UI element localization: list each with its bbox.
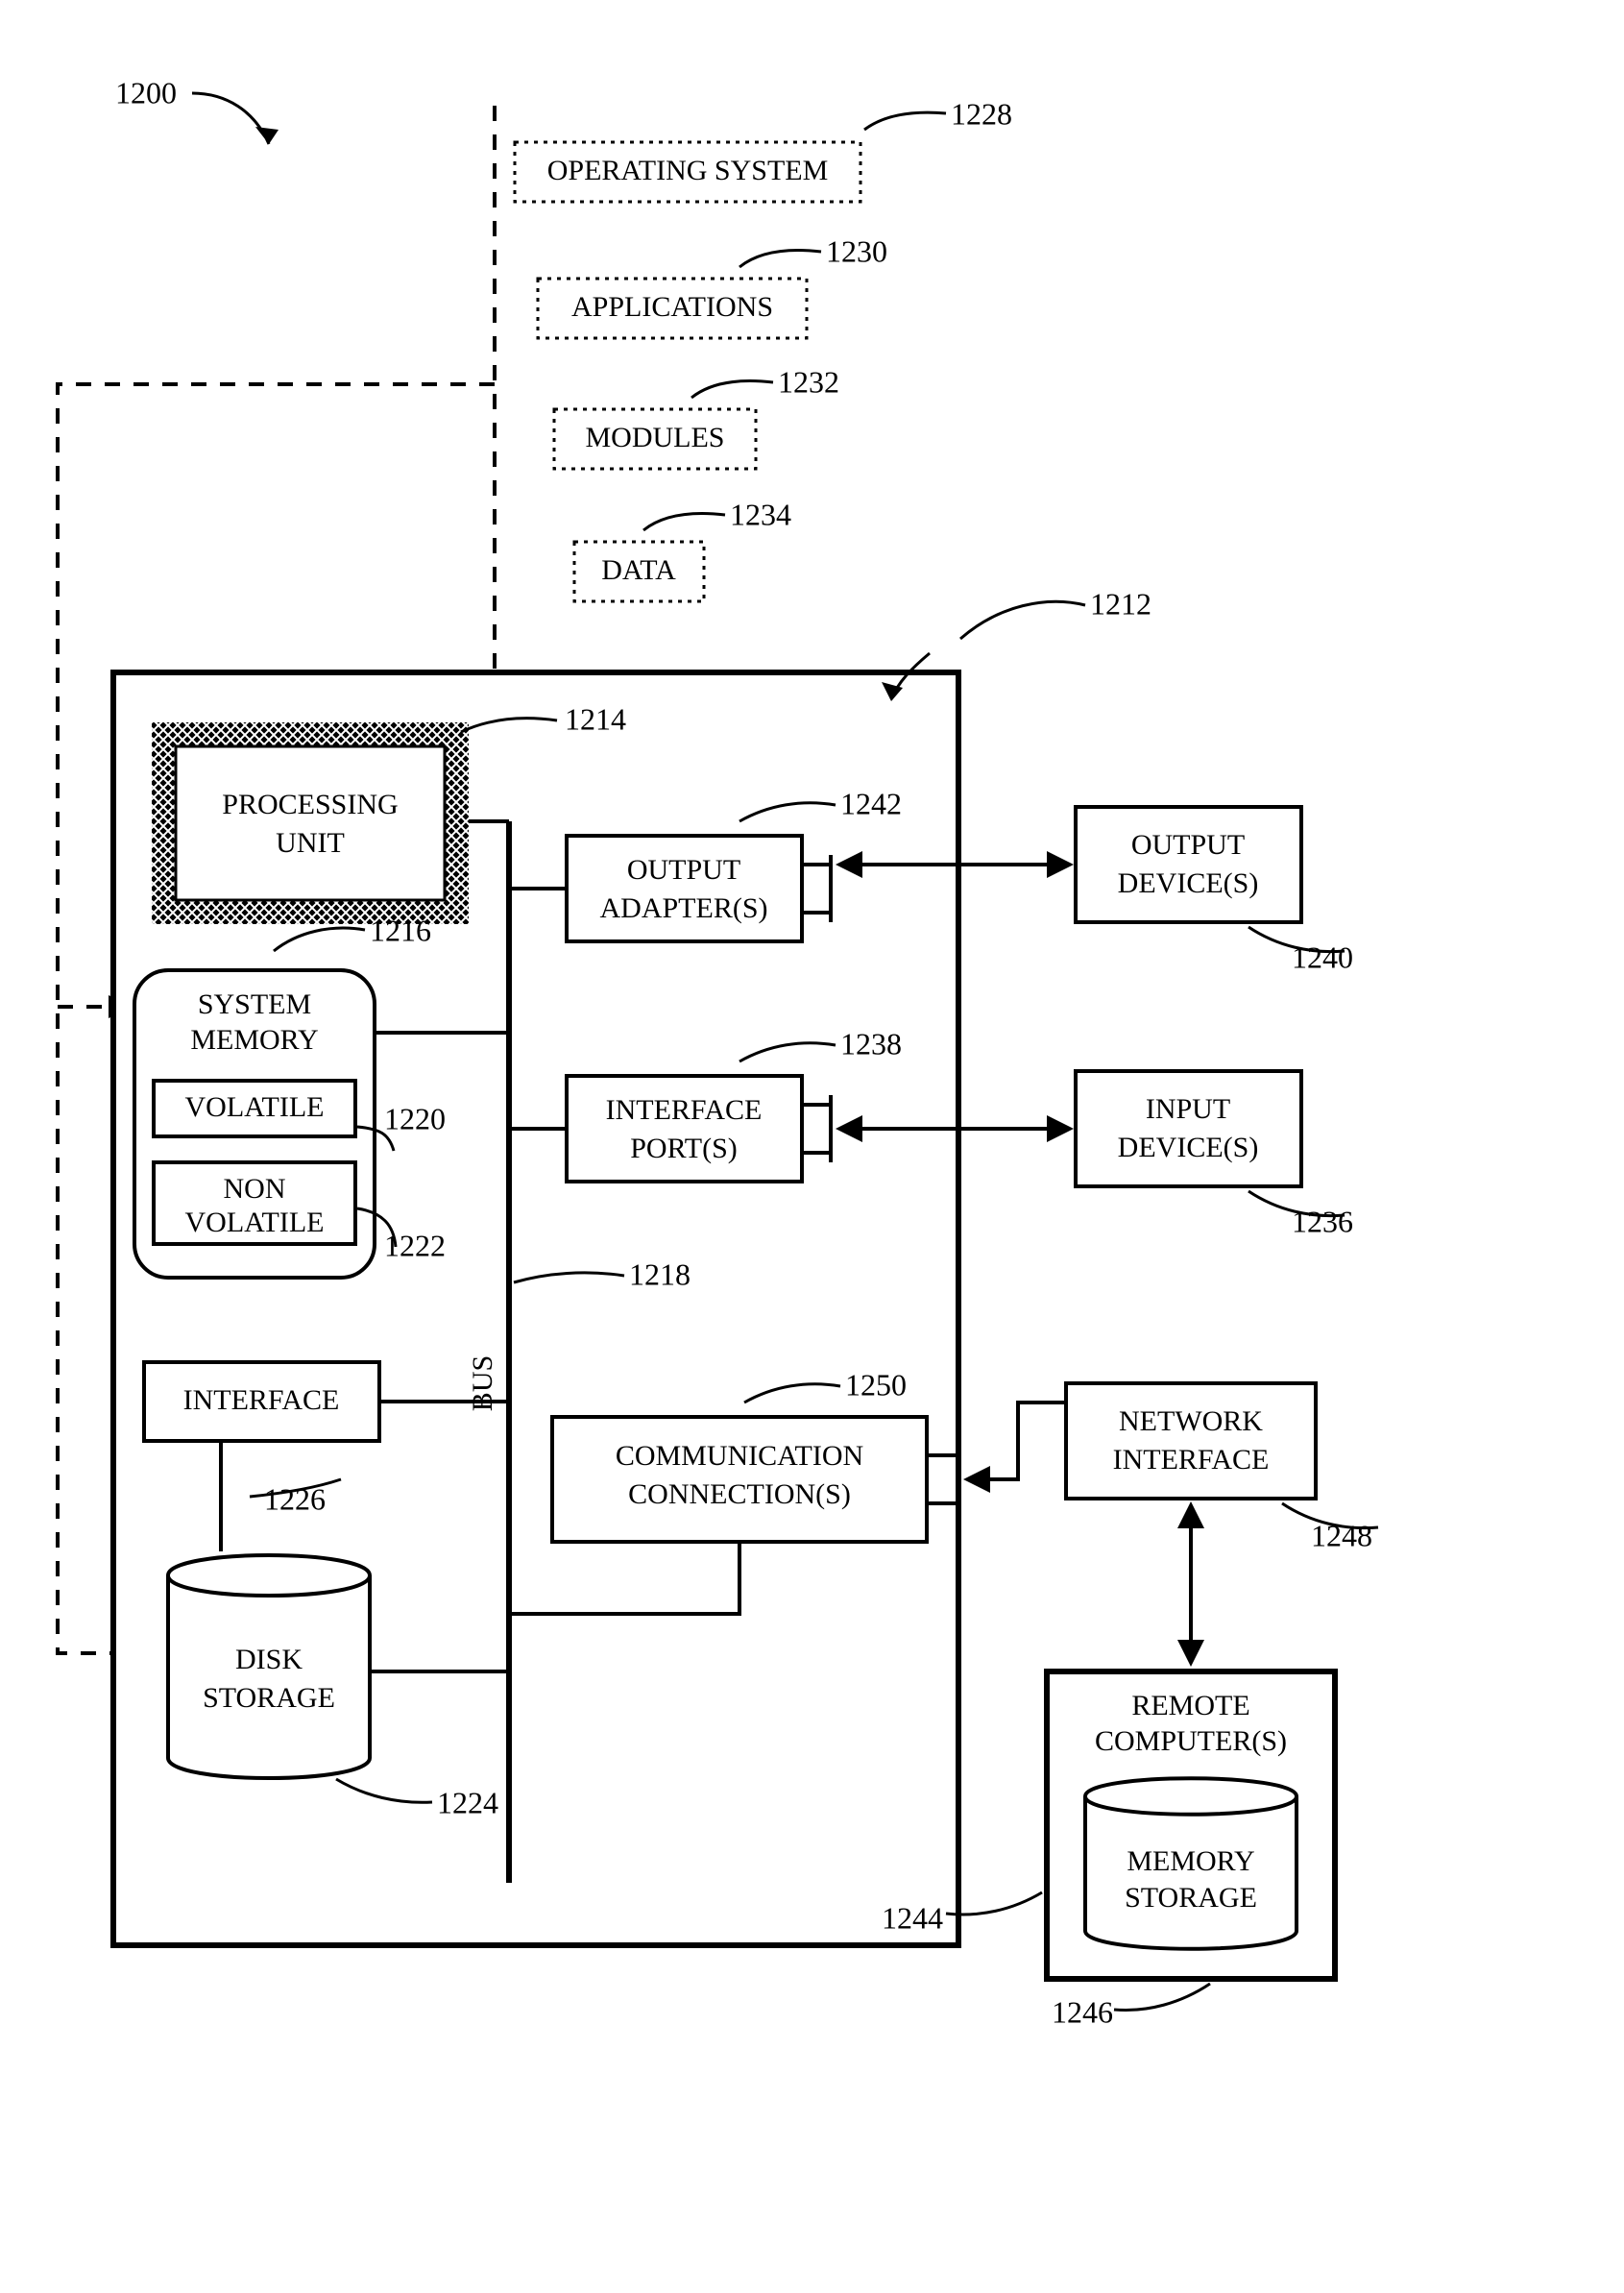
svg-text:1240: 1240 bbox=[1292, 939, 1353, 974]
svg-text:INTERFACE: INTERFACE bbox=[183, 1384, 340, 1416]
svg-text:STORAGE: STORAGE bbox=[203, 1682, 335, 1714]
box-input-device bbox=[1076, 1071, 1301, 1186]
svg-text:VOLATILE: VOLATILE bbox=[185, 1091, 325, 1123]
svg-text:NETWORK: NETWORK bbox=[1119, 1405, 1263, 1437]
svg-text:1226: 1226 bbox=[264, 1481, 326, 1516]
svg-text:1244: 1244 bbox=[882, 1900, 943, 1935]
svg-text:OPERATING SYSTEM: OPERATING SYSTEM bbox=[547, 155, 829, 186]
svg-text:INTERFACE: INTERFACE bbox=[606, 1094, 763, 1126]
svg-text:NON: NON bbox=[224, 1173, 286, 1205]
svg-text:INTERFACE: INTERFACE bbox=[1113, 1444, 1270, 1476]
svg-text:OUTPUT: OUTPUT bbox=[627, 854, 740, 886]
svg-text:PROCESSING: PROCESSING bbox=[222, 789, 398, 820]
svg-text:PORT(S): PORT(S) bbox=[630, 1133, 738, 1164]
svg-text:1216: 1216 bbox=[370, 913, 431, 947]
svg-text:1222: 1222 bbox=[384, 1228, 446, 1262]
svg-text:DEVICE(S): DEVICE(S) bbox=[1118, 1132, 1259, 1163]
svg-text:SYSTEM: SYSTEM bbox=[198, 988, 311, 1020]
svg-text:1238: 1238 bbox=[840, 1026, 902, 1061]
computer-system-diagram: 1200 OPERATING SYSTEM 1228 APPLICATIONS … bbox=[0, 0, 1624, 2293]
svg-text:1234: 1234 bbox=[730, 497, 791, 531]
box-network-interface bbox=[1066, 1383, 1316, 1499]
svg-text:COMPUTER(S): COMPUTER(S) bbox=[1095, 1725, 1287, 1757]
svg-text:1242: 1242 bbox=[840, 786, 902, 820]
svg-text:1236: 1236 bbox=[1292, 1204, 1353, 1238]
box-interface-port bbox=[567, 1076, 802, 1182]
box-output-adapter bbox=[567, 836, 802, 941]
svg-text:UNIT: UNIT bbox=[276, 827, 345, 859]
svg-text:STORAGE: STORAGE bbox=[1125, 1882, 1257, 1914]
svg-text:1246: 1246 bbox=[1052, 1994, 1113, 2029]
ref-figure: 1200 bbox=[115, 75, 177, 110]
svg-text:1250: 1250 bbox=[845, 1367, 907, 1402]
svg-text:1232: 1232 bbox=[778, 364, 839, 399]
svg-text:MODULES: MODULES bbox=[585, 422, 724, 453]
svg-text:1224: 1224 bbox=[437, 1785, 498, 1819]
svg-text:1220: 1220 bbox=[384, 1101, 446, 1135]
svg-text:APPLICATIONS: APPLICATIONS bbox=[571, 291, 773, 323]
svg-text:1230: 1230 bbox=[826, 233, 887, 268]
svg-text:COMMUNICATION: COMMUNICATION bbox=[616, 1440, 863, 1472]
svg-text:1214: 1214 bbox=[565, 701, 626, 736]
svg-text:CONNECTION(S): CONNECTION(S) bbox=[628, 1478, 851, 1510]
svg-text:1218: 1218 bbox=[629, 1256, 691, 1291]
svg-text:VOLATILE: VOLATILE bbox=[185, 1207, 325, 1238]
svg-text:DISK: DISK bbox=[235, 1644, 303, 1675]
box-output-device bbox=[1076, 807, 1301, 922]
svg-text:DATA: DATA bbox=[601, 554, 676, 586]
svg-text:MEMORY: MEMORY bbox=[190, 1024, 318, 1056]
svg-text:1228: 1228 bbox=[951, 96, 1012, 131]
svg-text:REMOTE: REMOTE bbox=[1131, 1690, 1249, 1721]
svg-text:INPUT: INPUT bbox=[1146, 1093, 1230, 1125]
svg-text:OUTPUT: OUTPUT bbox=[1131, 829, 1245, 861]
svg-text:MEMORY: MEMORY bbox=[1127, 1845, 1254, 1877]
box-processing-unit bbox=[152, 722, 469, 924]
svg-text:1212: 1212 bbox=[1090, 586, 1151, 621]
svg-text:DEVICE(S): DEVICE(S) bbox=[1118, 867, 1259, 899]
svg-text:ADAPTER(S): ADAPTER(S) bbox=[599, 892, 767, 924]
svg-text:1248: 1248 bbox=[1311, 1518, 1372, 1552]
